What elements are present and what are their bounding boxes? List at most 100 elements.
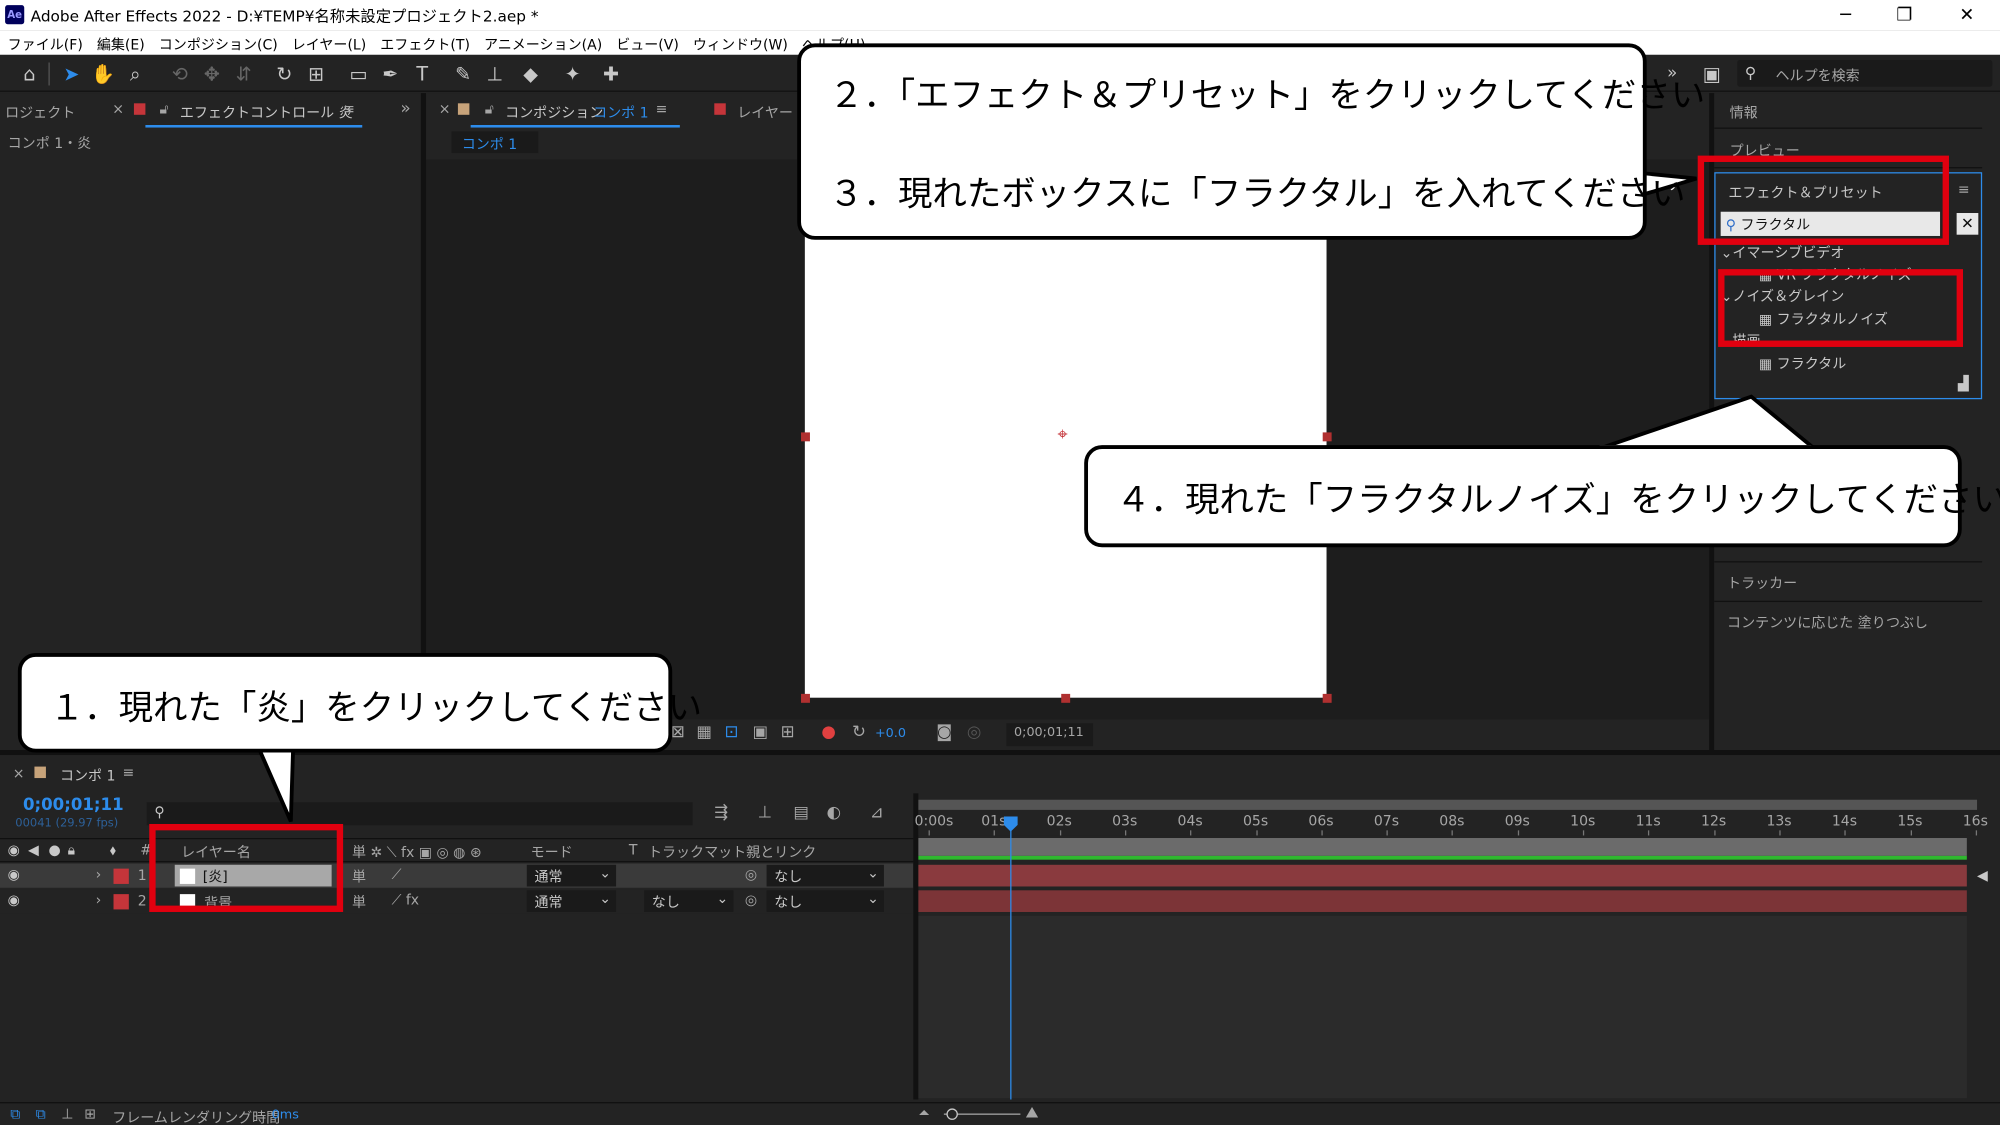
clear-search-icon[interactable]: ✕ <box>1956 213 1979 235</box>
zoom-out-icon[interactable]: ⏶ <box>918 1105 929 1123</box>
layer-tab[interactable]: レイヤー <box>737 102 793 122</box>
brush-tool-icon[interactable]: ✎ <box>449 60 477 88</box>
menu-window[interactable]: ウィンドウ(W) <box>685 31 794 55</box>
viewer-timecode[interactable]: 0;00;01;11 <box>1006 723 1094 747</box>
anchor-point-icon[interactable]: ⌖ <box>1052 425 1072 445</box>
transform-handle[interactable] <box>1322 693 1332 703</box>
help-search-field[interactable]: ⚲ ヘルプを検索 <box>1737 59 1993 87</box>
clone-stamp-tool-icon[interactable]: ⊥ <box>481 60 509 88</box>
layer-label-swatch[interactable] <box>113 868 129 884</box>
expand-chevron-icon[interactable]: › <box>96 892 102 909</box>
visibility-column-icon[interactable]: ◉ <box>8 842 20 859</box>
composition-tab-name[interactable]: コンポ 1 <box>593 102 648 122</box>
minimize-button[interactable]: ─ <box>1833 3 1859 29</box>
menu-view[interactable]: ビュー(V) <box>609 31 686 55</box>
shy-switch-icon[interactable]: 単 <box>352 892 366 912</box>
track-matte-select[interactable]: なし ⌄ <box>644 890 734 912</box>
audio-column-icon[interactable]: ◀ <box>28 842 39 859</box>
graph-editor-icon[interactable]: ⊿ <box>870 804 884 823</box>
parent-select[interactable]: なし ⌄ <box>766 890 884 912</box>
eye-icon[interactable]: ◉ <box>8 892 20 909</box>
panel-menu-icon[interactable]: ≡ <box>656 101 668 118</box>
composition-tab-label[interactable]: コンポジション <box>505 102 603 122</box>
type-tool-icon[interactable]: T <box>408 60 436 88</box>
mode-column-header[interactable]: モード <box>531 842 573 862</box>
effect-controls-tab[interactable]: エフェクトコントロール 炎 <box>180 102 353 122</box>
shy-switch-icon[interactable]: 単 <box>352 866 366 886</box>
home-icon[interactable]: ⌂ <box>15 60 43 88</box>
transform-handle[interactable] <box>1061 693 1071 703</box>
transfer-controls-icon[interactable]: ⧉ <box>36 1106 46 1124</box>
menu-animation[interactable]: アニメーション(A) <box>476 31 608 55</box>
panel-menu-icon[interactable]: ≡ <box>122 764 134 781</box>
comp-breadcrumb[interactable]: コンポ 1 <box>451 131 539 154</box>
rotate-tool-icon[interactable]: ↻ <box>270 60 298 88</box>
zoom-tool-icon[interactable]: ⌕ <box>121 60 149 88</box>
work-area-bar[interactable] <box>918 799 1978 810</box>
eye-icon[interactable]: ◉ <box>8 866 20 883</box>
close-button[interactable]: ✕ <box>1954 3 1980 29</box>
mask-visibility-icon[interactable]: ⊡ <box>724 723 738 742</box>
pen-tool-icon[interactable]: ✒ <box>376 60 404 88</box>
time-ruler[interactable]: 0:00s 01s 02s 03s 04s 05s 06s 07s 08s 09s 10s 11s 12… <box>915 809 1988 836</box>
info-panel-header[interactable]: 情報 <box>1714 93 1983 129</box>
color-channels-icon[interactable]: ● <box>821 723 835 742</box>
quality-switch-icon[interactable]: ⟋ <box>392 866 402 884</box>
menu-edit[interactable]: 編集(E) <box>89 31 151 55</box>
orbit-tool-icon[interactable]: ⟲ <box>166 60 194 88</box>
timeline-search-input[interactable]: ⚲ <box>146 802 693 826</box>
eraser-tool-icon[interactable]: ◆ <box>517 60 545 88</box>
timeline-tab[interactable]: コンポ 1 <box>60 765 115 785</box>
transform-handle[interactable] <box>801 432 810 442</box>
pick-whip-icon[interactable]: ◎ <box>745 866 757 883</box>
tree-item[interactable]: ▦ フラクタル <box>1759 353 1846 373</box>
menu-effect[interactable]: エフェクト(T) <box>373 31 477 55</box>
draft-3d-icon[interactable]: ⊥ <box>758 804 772 823</box>
layer-row[interactable]: ◉ › 2 背景 単 ⟋ fx 通常 ⌄ なし ⌄ ◎ なし ⌄ <box>0 889 914 914</box>
close-tab-icon[interactable]: × <box>13 765 25 782</box>
fx-switch-icon[interactable]: ⟋ fx <box>392 892 420 910</box>
maximize-button[interactable]: ❐ <box>1892 3 1918 29</box>
puppet-tool-icon[interactable]: ✚ <box>597 60 625 88</box>
timeline-current-time[interactable]: 0;00;01;11 <box>23 796 124 815</box>
parent-column-header[interactable]: 親とリンク <box>746 842 816 862</box>
zoom-in-icon[interactable]: ⛰ <box>1026 1103 1039 1122</box>
pick-whip-icon[interactable]: ◎ <box>745 892 757 909</box>
lock-icon[interactable]: 🔓︎ <box>159 101 168 119</box>
transform-handle[interactable] <box>1322 432 1332 442</box>
label-column-icon[interactable]: ⬧ <box>110 842 116 860</box>
close-tab-icon[interactable]: × <box>112 101 124 118</box>
menu-composition[interactable]: コンポジション(C) <box>151 31 284 55</box>
render-time-icon[interactable]: ⊞ <box>84 1106 96 1123</box>
solo-column-icon[interactable]: ● <box>48 842 60 859</box>
dolly-tool-icon[interactable]: ⇵ <box>230 60 258 88</box>
blend-mode-select[interactable]: 通常 ⌄ <box>526 890 617 912</box>
frame-blending-icon[interactable]: ▤ <box>793 804 809 823</box>
pan-tool-icon[interactable]: ✥ <box>198 60 226 88</box>
project-tab[interactable]: ロジェクト <box>5 102 75 122</box>
comp-flowchart-icon[interactable]: ⇶ <box>714 804 728 823</box>
snapshot-camera-icon[interactable]: ◙ <box>936 723 952 742</box>
parent-select[interactable]: なし ⌄ <box>766 864 884 887</box>
in-out-icon[interactable]: ⊥ <box>61 1106 73 1123</box>
roto-brush-tool-icon[interactable]: ✦ <box>559 60 587 88</box>
panel-overflow-icon[interactable]: » <box>401 99 411 118</box>
layer-duration-bar[interactable] <box>918 890 1967 912</box>
layer-switches-icon[interactable]: ⧉ <box>10 1106 20 1124</box>
close-tab-icon[interactable]: × <box>439 101 451 118</box>
zoom-slider-thumb[interactable] <box>946 1108 958 1120</box>
content-fill-panel-header[interactable]: コンテンツに応じた 塗りつぶし <box>1714 600 1983 639</box>
layer-label-swatch[interactable] <box>113 894 129 910</box>
hand-tool-icon[interactable]: ✋ <box>89 60 117 88</box>
blend-mode-select[interactable]: 通常 ⌄ <box>526 864 617 887</box>
layer-row[interactable]: ◉ › 1 [炎] 単 ⟋ 通常 ⌄ ◎ なし ⌄ <box>0 863 914 888</box>
lock-icon[interactable]: 🔓︎ <box>485 101 494 119</box>
panel-menu-icon[interactable]: ≡ <box>343 101 355 118</box>
track-matte-column-header[interactable]: トラックマット <box>648 842 746 862</box>
tree-category[interactable]: ⌄イマーシブビデオ <box>1721 242 1845 262</box>
exposure-value[interactable]: +0.0 <box>875 727 906 741</box>
safe-margins-icon[interactable]: ⊞ <box>781 723 795 742</box>
menu-layer[interactable]: レイヤー(L) <box>284 31 373 55</box>
selection-tool-icon[interactable]: ➤ <box>57 60 85 88</box>
rectangle-tool-icon[interactable]: ▭ <box>344 60 372 88</box>
